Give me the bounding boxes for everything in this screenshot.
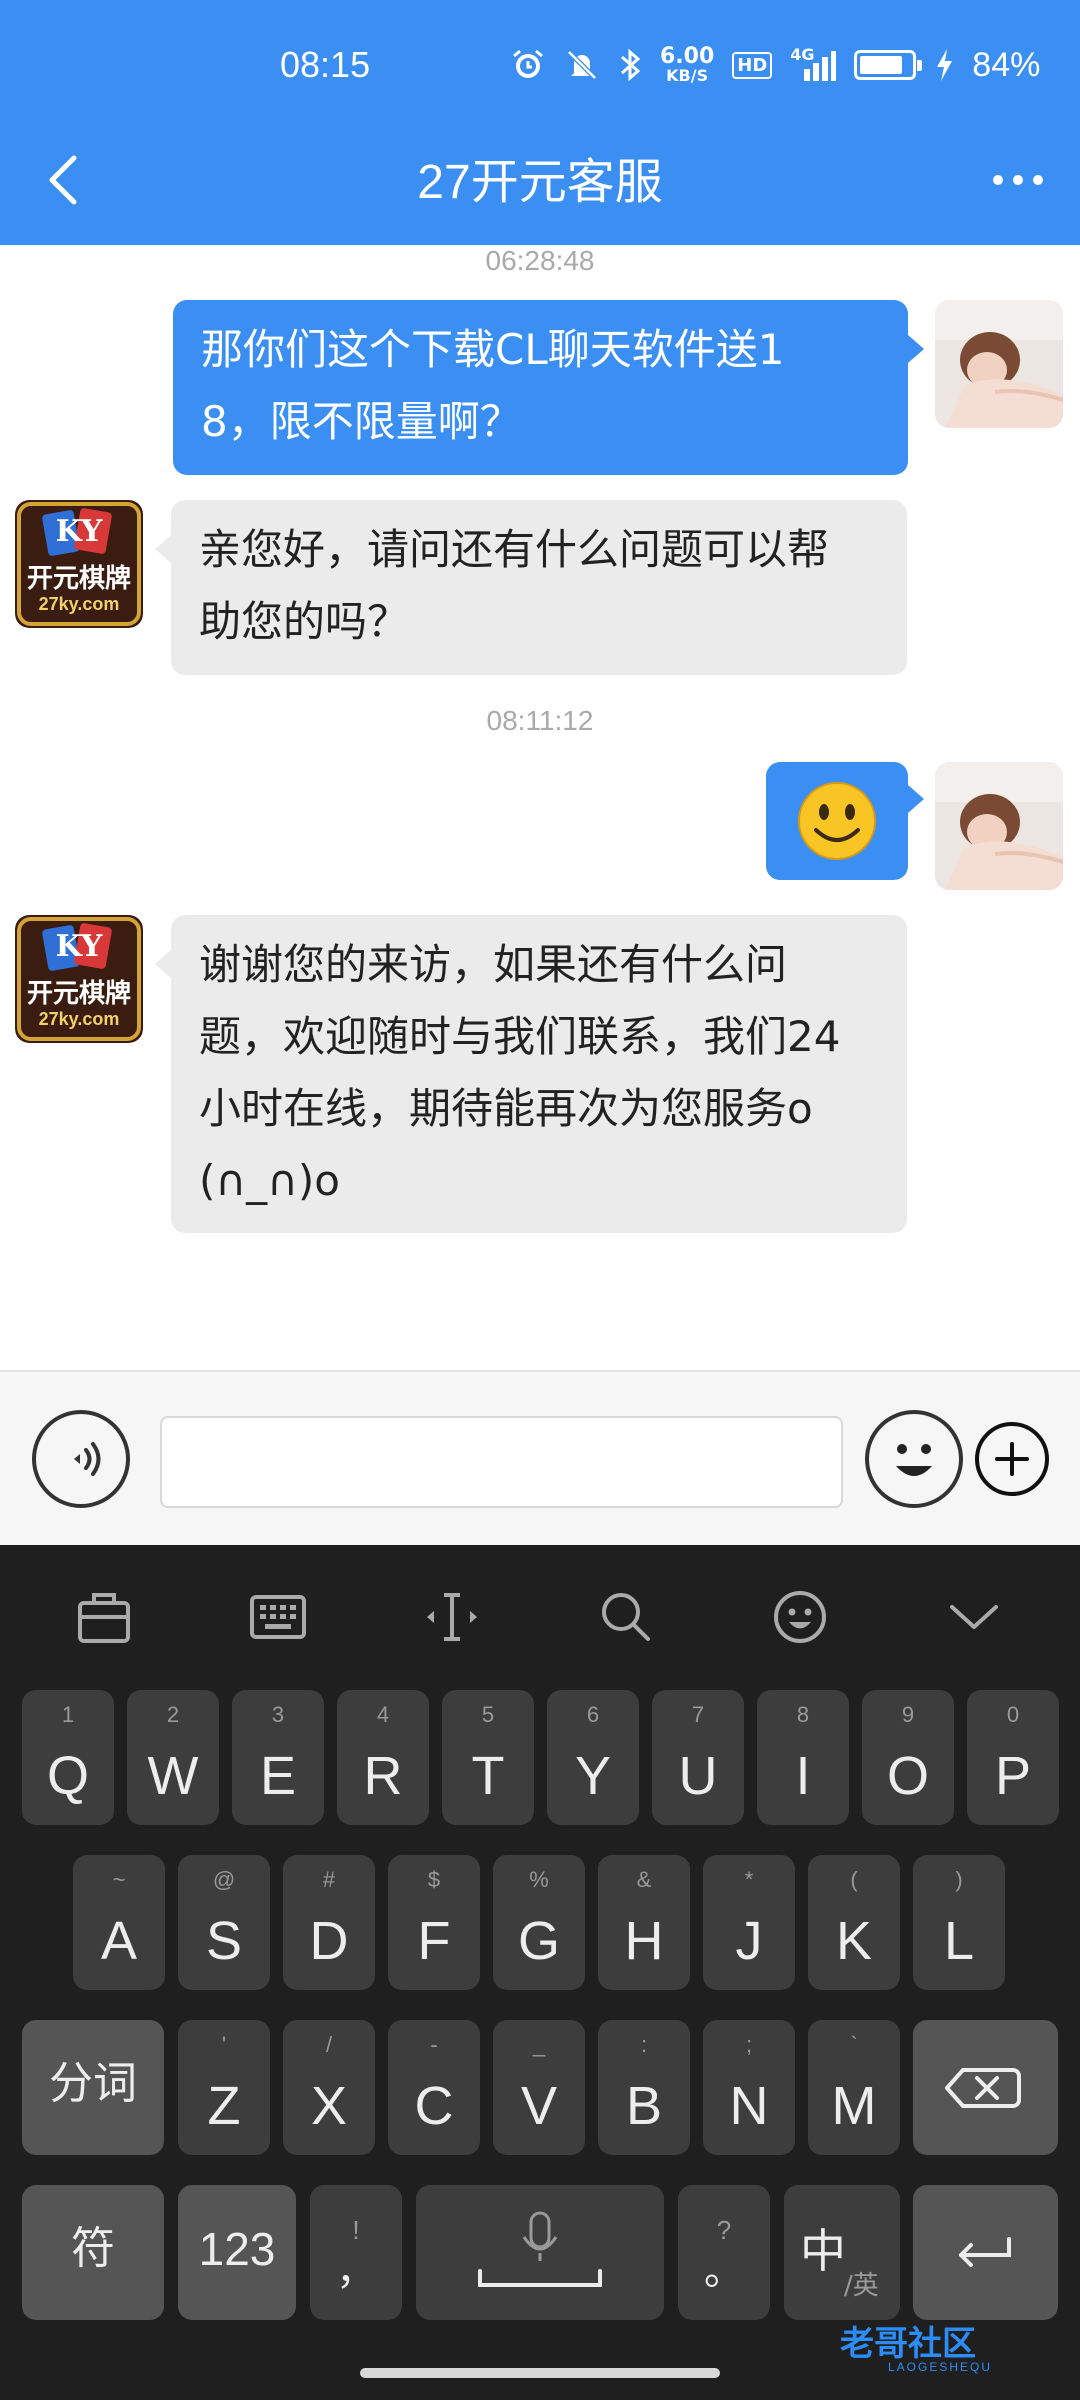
timestamp: 06:28:48 [485,245,595,276]
battery-percent: 84% [972,45,1041,84]
agent-logo-top: KY [55,929,103,964]
input-bar [0,1370,1080,1545]
agent-avatar[interactable]: KY 开元棋牌 27ky.com [15,915,143,1043]
key-o[interactable]: 9O [862,1690,954,1825]
fenci-key[interactable]: 分词 [22,2020,164,2155]
key-g[interactable]: % G [493,1855,585,1990]
key-h[interactable]: & H [598,1855,690,1990]
symbol-key[interactable]: 符 [22,2185,164,2320]
key-l[interactable]: ) L [913,1855,1005,1990]
hd-badge: HD [732,51,773,79]
language-switch-key[interactable]: 中 /英 [784,2185,900,2320]
agent-avatar[interactable]: KY 开元棋牌 27ky.com [15,500,143,628]
emoji-icon[interactable] [770,1587,830,1647]
number-key[interactable]: 123 [178,2185,296,2320]
bluetooth-icon [621,48,641,82]
agent-logo-site: 27ky.com [38,594,120,614]
key-e[interactable]: 3E [232,1690,324,1825]
mic-icon [478,2211,602,2287]
key-f[interactable]: $ F [388,1855,480,1990]
key-p[interactable]: 0P [967,1690,1059,1825]
key-k[interactable]: (K [808,1855,900,1990]
key-s[interactable]: @ S [178,1855,270,1990]
key-n[interactable]: ; N [703,2020,795,2155]
space-key[interactable] [416,2185,664,2320]
key-c[interactable]: -C [388,2020,480,2155]
app-header: 08:15 6.00 KB/S HD 4G 84% 27开元客服 [0,0,1080,245]
bubble-tail [908,785,924,813]
outgoing-emoji-message[interactable] [766,762,908,880]
outgoing-message[interactable]: 那你们这个下载CL聊天软件送1 8，限不限量啊？ [173,300,908,475]
search-icon[interactable] [596,1587,656,1647]
agent-logo-site: 27ky.com [38,1009,120,1029]
home-indicator[interactable] [360,2368,720,2378]
key-m[interactable]: ` M [808,2020,900,2155]
backspace-key[interactable] [913,2020,1058,2155]
incoming-message[interactable]: 谢谢您的来访，如果还有什么问 题，欢迎随时与我们联系，我们24 小时在线，期待能… [171,915,907,1233]
bubble-tail [155,535,171,563]
agent-logo-top: KY [55,514,103,549]
clipboard-icon[interactable] [74,1587,134,1647]
key-q[interactable]: 1Q [22,1690,114,1825]
bubble-tail [908,335,924,363]
charging-icon [937,49,953,81]
page-title: 27开元客服 [417,156,663,209]
cursor-icon[interactable] [422,1587,482,1647]
key-j[interactable]: * J [703,1855,795,1990]
key-r[interactable]: 4R [337,1690,429,1825]
user-avatar[interactable] [935,762,1063,890]
agent-logo-main: 开元棋牌 [26,564,131,594]
period-key[interactable]: ? 。 [678,2185,770,2320]
alarm-icon [513,49,543,78]
bubble-tail [155,950,171,978]
comma-key[interactable]: ! ， [310,2185,402,2320]
key-b[interactable]: :B [598,2020,690,2155]
key-i[interactable]: 8I [757,1690,849,1825]
mute-icon [567,50,597,80]
key-y[interactable]: 6Y [547,1690,639,1825]
key-x[interactable]: / X [283,2020,375,2155]
emoji-icon[interactable] [865,1410,963,1508]
agent-logo-main: 开元棋牌 [26,979,131,1009]
watermark-sub: LAOGESHEQU [888,2360,993,2374]
smile-emoji [798,782,876,860]
voice-icon[interactable] [32,1410,130,1508]
key-w[interactable]: 2W [127,1690,219,1825]
chat-area[interactable]: 06:28:48 那你们这个下载CL聊天软件送1 8，限不限量啊？ KY 开元棋… [0,245,1080,1370]
status-icons: 6.00 KB/S HD 4G 84% [510,40,1040,90]
key-z[interactable]: ' Z [178,2020,270,2155]
key-a[interactable]: ~ A [73,1855,165,1990]
network-speed: 6.00 KB/S [660,44,715,85]
key-t[interactable]: 5T [442,1690,534,1825]
status-time: 08:15 [280,44,371,85]
watermark: 老哥社区 [840,2324,976,2364]
signal-icon: 4G [790,45,837,83]
enter-key[interactable] [913,2185,1058,2320]
backspace-icon [945,2068,1021,2108]
keyboard: 1Q2W3E4R5T6Y7U8I9O0P ~ A @ S # D $ F% G & H * J(K) L … [0,1545,1080,2400]
plus-icon[interactable] [975,1422,1049,1496]
incoming-message[interactable]: 亲您好，请问还有什么问题可以帮 助您的吗？ [171,500,907,675]
key-v[interactable]: _ V [493,2020,585,2155]
timestamp: 08:11:12 [486,705,594,736]
more-icon[interactable] [988,160,1048,200]
keyboard-icon[interactable] [248,1587,308,1647]
enter-icon [959,2237,1011,2267]
key-d[interactable]: # D [283,1855,375,1990]
key-u[interactable]: 7U [652,1690,744,1825]
collapse-icon[interactable] [944,1587,1004,1647]
message-input[interactable] [160,1416,843,1508]
battery-icon [854,50,923,80]
user-avatar[interactable] [935,300,1063,428]
